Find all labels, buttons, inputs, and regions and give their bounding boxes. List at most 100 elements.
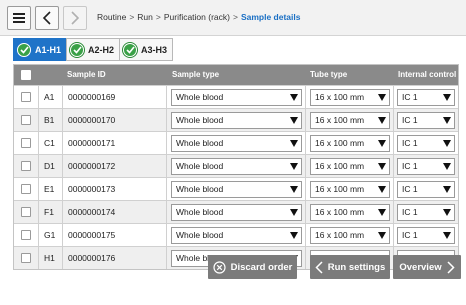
internal-control-value: IC 1 [402, 207, 418, 217]
triangle-down-icon [443, 140, 451, 147]
row-checkbox[interactable] [21, 230, 31, 240]
column-divider [62, 201, 63, 223]
sample-id: 0000000170 [68, 115, 116, 125]
row-checkbox[interactable] [21, 253, 31, 263]
sample-type-value: Whole blood [176, 138, 224, 148]
column-divider [166, 155, 167, 177]
breadcrumb-item-purification[interactable]: Purification (rack) [164, 12, 230, 22]
triangle-down-icon [443, 232, 451, 239]
row-checkbox[interactable] [21, 161, 31, 171]
chevron-right-icon [447, 260, 455, 274]
tab-a1-h1[interactable]: A1-H1 [13, 38, 68, 61]
sample-type-select[interactable]: Whole blood [171, 158, 302, 175]
internal-control-select[interactable]: IC 1 [397, 89, 455, 106]
table-row: D1 0000000172 Whole blood 16 x 100 mm IC 1 [14, 154, 458, 177]
column-divider [38, 86, 39, 108]
discard-order-button[interactable]: Discard order [208, 255, 297, 279]
triangle-down-icon [290, 186, 298, 193]
sample-id: 0000000172 [68, 161, 116, 171]
triangle-down-icon [378, 117, 386, 124]
column-divider [38, 247, 39, 269]
row-checkbox[interactable] [21, 115, 31, 125]
column-divider [62, 247, 63, 269]
tube-type-value: 16 x 100 mm [315, 230, 365, 240]
breadcrumb-item-routine[interactable]: Routine [97, 12, 126, 22]
column-divider [38, 201, 39, 223]
breadcrumb-item-run[interactable]: Run [137, 12, 153, 22]
table-row: G1 0000000175 Whole blood 16 x 100 mm IC 1 [14, 223, 458, 246]
row-position: D1 [44, 161, 55, 171]
sample-type-select[interactable]: Whole blood [171, 89, 302, 106]
row-position: F1 [44, 207, 54, 217]
triangle-down-icon [378, 140, 386, 147]
tube-type-select[interactable]: 16 x 100 mm [310, 112, 390, 129]
triangle-down-icon [443, 209, 451, 216]
triangle-down-icon [378, 209, 386, 216]
header-tube-type: Tube type [310, 70, 348, 79]
chevron-left-icon [315, 260, 323, 274]
sample-id: 0000000173 [68, 184, 116, 194]
table-body: A1 0000000169 Whole blood 16 x 100 mm IC 1 B1… [14, 85, 458, 269]
triangle-down-icon [290, 209, 298, 216]
tab-a2-h2[interactable]: A2-H2 [66, 38, 121, 61]
internal-control-select[interactable]: IC 1 [397, 181, 455, 198]
internal-control-value: IC 1 [402, 138, 418, 148]
tube-type-select[interactable]: 16 x 100 mm [310, 227, 390, 244]
breadcrumb-separator: > [129, 12, 135, 22]
sample-type-select[interactable]: Whole blood [171, 227, 302, 244]
table-row: E1 0000000173 Whole blood 16 x 100 mm IC 1 [14, 177, 458, 200]
row-checkbox[interactable] [21, 184, 31, 194]
triangle-down-icon [290, 163, 298, 170]
menu-button[interactable] [7, 6, 31, 30]
row-checkbox[interactable] [21, 92, 31, 102]
triangle-down-icon [378, 232, 386, 239]
sample-id: 0000000175 [68, 230, 116, 240]
sample-id: 0000000169 [68, 92, 116, 102]
sample-type-select[interactable]: Whole blood [171, 135, 302, 152]
internal-control-select[interactable]: IC 1 [397, 204, 455, 221]
table-row: A1 0000000169 Whole blood 16 x 100 mm IC 1 [14, 85, 458, 108]
tube-type-select[interactable]: 16 x 100 mm [310, 89, 390, 106]
hamburger-menu-icon [13, 13, 25, 23]
sample-type-select[interactable]: Whole blood [171, 204, 302, 221]
internal-control-select[interactable]: IC 1 [397, 135, 455, 152]
column-divider [305, 201, 306, 223]
sample-type-select[interactable]: Whole blood [171, 112, 302, 129]
tube-type-value: 16 x 100 mm [315, 161, 365, 171]
top-bar: Routine > Run > Purification (rack) > Sample d… [0, 0, 466, 36]
tube-type-select[interactable]: 16 x 100 mm [310, 181, 390, 198]
column-divider [393, 178, 394, 200]
internal-control-select[interactable]: IC 1 [397, 112, 455, 129]
row-checkbox[interactable] [21, 138, 31, 148]
row-position: H1 [44, 253, 55, 263]
breadcrumb-separator: > [232, 12, 238, 22]
tube-type-select[interactable]: 16 x 100 mm [310, 135, 390, 152]
header-sample-id: Sample ID [67, 70, 106, 79]
triangle-down-icon [290, 140, 298, 147]
sample-type-value: Whole blood [176, 230, 224, 240]
column-divider [305, 155, 306, 177]
tab-a3-h3[interactable]: A3-H3 [119, 38, 174, 61]
sample-type-value: Whole blood [176, 92, 224, 102]
header-sample-type: Sample type [172, 70, 220, 79]
tube-type-select[interactable]: 16 x 100 mm [310, 204, 390, 221]
triangle-down-icon [443, 163, 451, 170]
sample-type-value: Whole blood [176, 184, 224, 194]
row-checkbox[interactable] [21, 207, 31, 217]
tube-type-value: 16 x 100 mm [315, 92, 365, 102]
column-divider [62, 109, 63, 131]
run-settings-button[interactable]: Run settings [310, 255, 390, 279]
forward-button[interactable] [63, 6, 87, 30]
table-row: C1 0000000171 Whole blood 16 x 100 mm IC 1 [14, 131, 458, 154]
overview-button[interactable]: Overview [393, 255, 461, 279]
column-divider [393, 132, 394, 154]
tube-type-select[interactable]: 16 x 100 mm [310, 158, 390, 175]
internal-control-select[interactable]: IC 1 [397, 158, 455, 175]
triangle-down-icon [290, 94, 298, 101]
column-divider [305, 132, 306, 154]
select-all-checkbox[interactable] [21, 70, 31, 80]
sample-type-select[interactable]: Whole blood [171, 181, 302, 198]
back-button[interactable] [35, 6, 59, 30]
internal-control-select[interactable]: IC 1 [397, 227, 455, 244]
discard-order-label: Discard order [230, 261, 293, 273]
